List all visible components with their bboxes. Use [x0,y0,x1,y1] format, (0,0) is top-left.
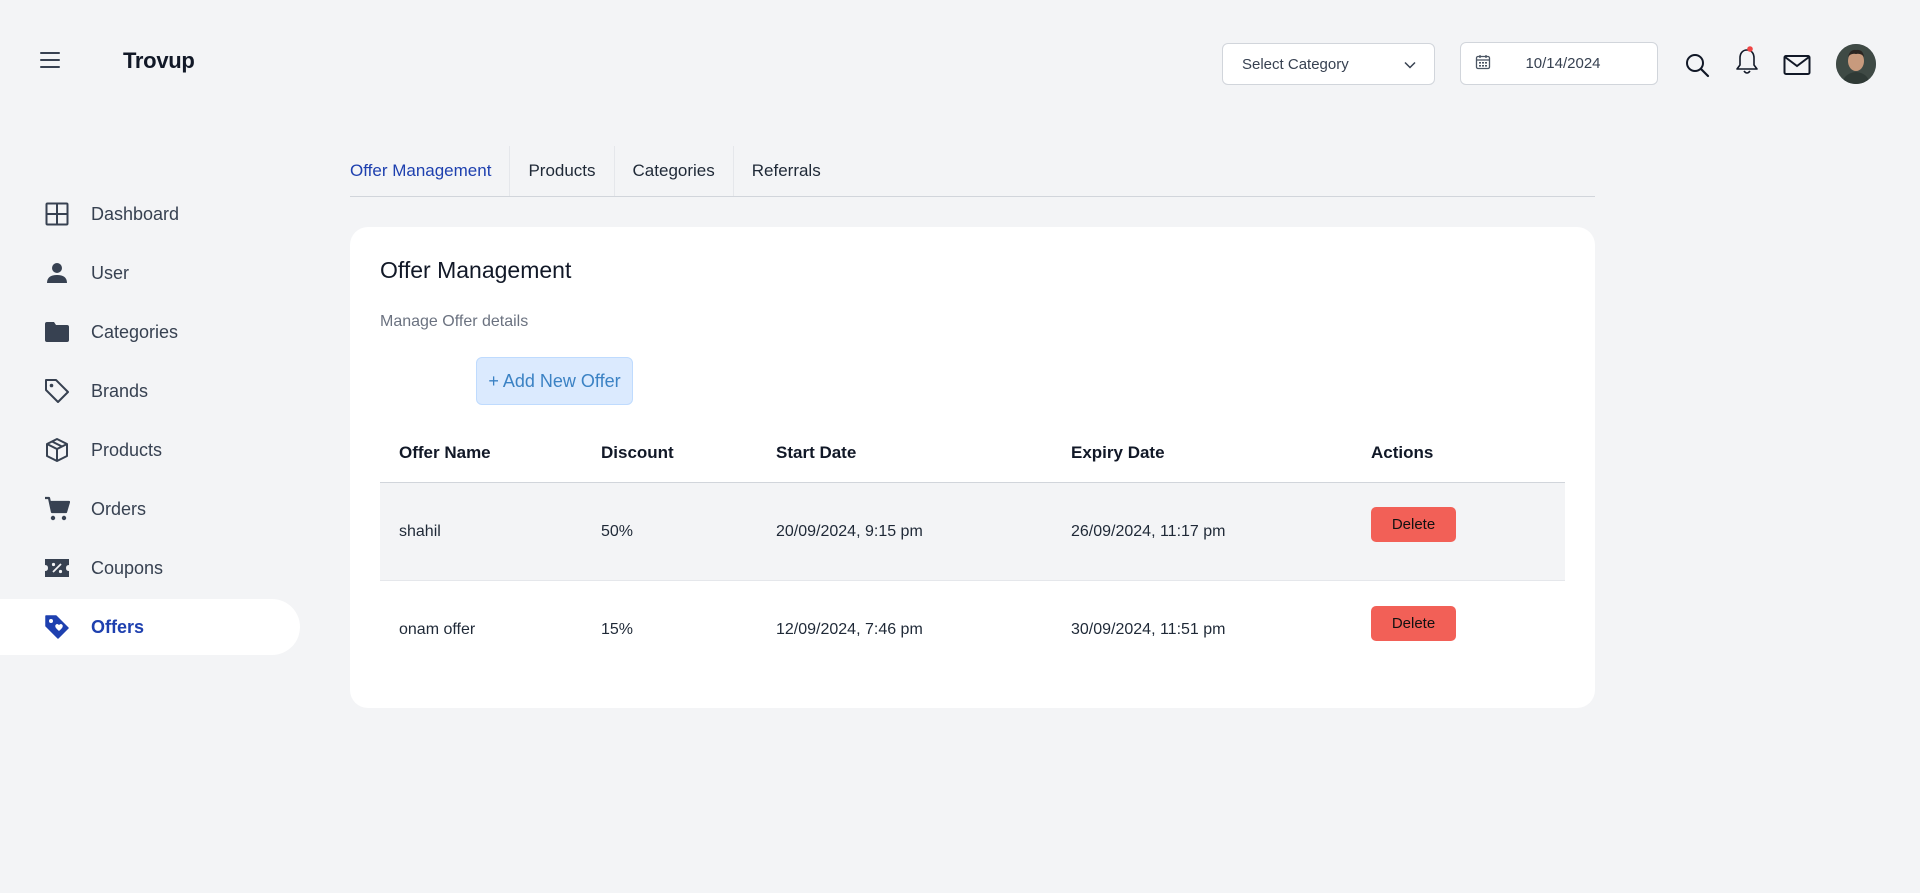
start-date-cell: 12/09/2024, 7:46 pm [776,621,923,638]
sidebar-item-brands[interactable]: Brands [0,363,300,419]
sidebar-item-label: Brands [91,380,149,401]
sidebar-item-label: Orders [91,498,147,519]
offer-tag-icon [44,614,70,640]
table-header: Offer Name Discount Start Date Expiry Da… [380,423,1565,483]
sidebar-item-products[interactable]: Products [0,422,300,478]
sidebar-item-label: Categories [91,321,179,342]
sidebar-item-offers[interactable]: Offers [0,599,300,655]
grid-icon [44,201,70,227]
cart-icon [44,496,70,522]
sidebar-item-label: Coupons [91,557,164,578]
offer-name-cell: onam offer [399,621,476,638]
expiry-date-cell: 26/09/2024, 11:17 pm [1071,522,1226,540]
sidebar-item-label: User [91,262,130,283]
start-date-cell: 20/09/2024, 9:15 pm [776,522,923,540]
discount-cell: 15% [601,621,634,638]
tab-categories[interactable]: Categories [613,146,733,196]
tab-products[interactable]: Products [509,146,613,196]
coupon-icon [44,555,70,581]
category-select-label: Select Category [1242,55,1349,73]
box-icon [44,437,70,463]
search-icon[interactable] [1682,50,1712,80]
folder-icon [44,319,70,345]
sidebar-item-label: Offers [91,616,145,637]
add-new-offer-button[interactable]: + Add New Offer [476,357,633,405]
sidebar: Dashboard User Categories Brands Product… [0,186,300,658]
sidebar-item-label: Products [91,439,163,460]
table-row: onam offer 15% 12/09/2024, 7:46 pm 30/09… [380,581,1565,679]
menu-icon[interactable] [40,46,68,74]
page-title: Offer Management [380,257,572,283]
sidebar-item-user[interactable]: User [0,245,300,301]
mail-icon[interactable] [1782,50,1812,80]
expiry-date-cell: 30/09/2024, 11:51 pm [1071,621,1226,638]
column-header-start-date: Start Date [776,442,857,462]
offer-name-cell: shahil [399,522,441,540]
actions-cell: Delete [1352,507,1565,542]
sidebar-item-orders[interactable]: Orders [0,481,300,537]
chevron-down-icon [1404,56,1416,73]
column-header-discount: Discount [601,442,674,462]
tab-bar: Offer Management Products Categories Ref… [350,146,1595,197]
tab-offer-management[interactable]: Offer Management [350,146,509,196]
sidebar-item-categories[interactable]: Categories [0,304,300,360]
offer-management-card: Offer Management Manage Offer details + … [350,227,1595,708]
user-icon [44,260,70,286]
notification-dot [1747,46,1753,52]
page-subtitle: Manage Offer details [380,313,529,330]
sidebar-item-dashboard[interactable]: Dashboard [0,186,300,242]
discount-cell: 50% [601,522,634,540]
table-row: shahil 50% 20/09/2024, 9:15 pm 26/09/202… [380,483,1565,581]
delete-button[interactable]: Delete [1371,605,1456,641]
user-avatar[interactable] [1836,44,1876,84]
column-header-actions: Actions [1371,442,1434,462]
calendar-icon [1475,54,1491,74]
bell-icon[interactable] [1732,46,1762,76]
offers-table: Offer Name Discount Start Date Expiry Da… [380,423,1565,679]
column-header-offer-name: Offer Name [399,442,491,462]
delete-button[interactable]: Delete [1371,507,1456,542]
sidebar-item-label: Dashboard [91,203,180,224]
category-select[interactable]: Select Category [1222,43,1435,85]
column-header-expiry-date: Expiry Date [1071,442,1165,462]
sidebar-item-coupons[interactable]: Coupons [0,540,300,596]
tab-referrals[interactable]: Referrals [732,146,839,196]
actions-cell: Delete [1352,605,1565,641]
date-picker[interactable]: 10/14/2024 [1460,42,1658,85]
tag-icon [44,378,70,404]
app-logo: Trovup [123,48,195,73]
date-value: 10/14/2024 [1525,55,1601,72]
